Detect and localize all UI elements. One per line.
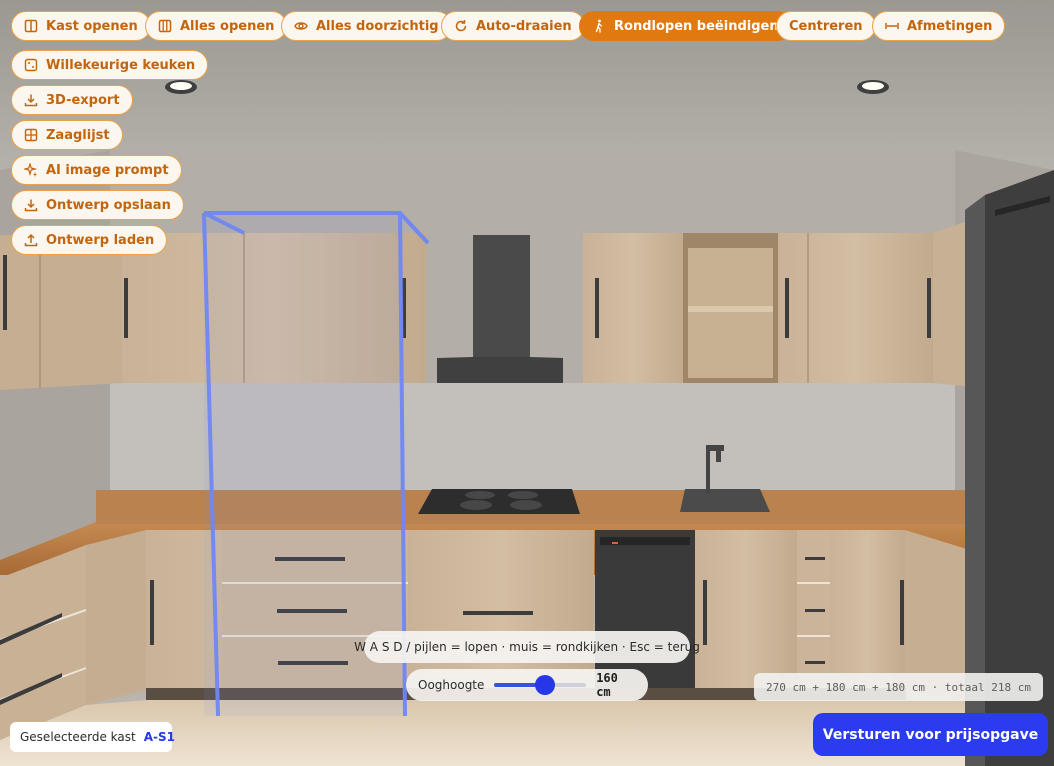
eye-height-slider[interactable]	[494, 675, 587, 695]
download-icon	[24, 198, 38, 212]
eye-height-slider-thumb[interactable]	[534, 675, 555, 695]
load-design-button[interactable]: Ontwerp laden	[11, 225, 168, 255]
open-cabinet-button[interactable]: Kast openen	[11, 11, 151, 41]
eye-height-control: Ooghoogte 160 cm	[406, 669, 648, 701]
auto-rotate-label: Auto-draaien	[476, 18, 572, 34]
all-transparent-label: Alles doorzichtig	[316, 18, 439, 34]
columns-icon	[158, 19, 172, 33]
cut-list-label: Zaaglijst	[46, 127, 110, 143]
submit-quote-button[interactable]: Versturen voor prijsopgave	[813, 713, 1048, 756]
cut-list-button[interactable]: Zaaglijst	[11, 120, 123, 150]
load-design-label: Ontwerp laden	[46, 232, 155, 248]
dice-icon	[24, 58, 38, 72]
selected-cabinet-indicator: Geselecteerde kast A-S1	[10, 722, 175, 752]
save-design-button[interactable]: Ontwerp opslaan	[11, 190, 184, 220]
ai-image-prompt-button[interactable]: AI image prompt	[11, 155, 182, 185]
open-cabinet-label: Kast openen	[46, 18, 138, 34]
selected-cabinet-label: Geselecteerde kast	[20, 730, 136, 744]
center-label: Centreren	[789, 18, 863, 34]
export-3d-button[interactable]: 3D-export	[11, 85, 133, 115]
upload-icon	[24, 233, 38, 247]
download-icon	[24, 93, 38, 107]
selected-cabinet-code: A-S1	[143, 730, 175, 744]
dimensions-readout: 270 cm + 180 cm + 180 cm · totaal 218 cm	[754, 673, 1043, 701]
end-walkthrough-label: Rondlopen beëindigen	[614, 18, 779, 34]
eye-icon	[294, 19, 308, 33]
grid-icon	[24, 128, 38, 142]
dimensions-label: Afmetingen	[907, 18, 993, 34]
eye-height-value: 160 cm	[596, 671, 618, 699]
rotate-icon	[454, 19, 468, 33]
open-all-label: Alles openen	[180, 18, 275, 34]
ai-image-prompt-label: AI image prompt	[46, 162, 169, 178]
ruler-arrows-icon	[885, 19, 899, 33]
controls-hint: W A S D / pijlen = lopen · muis = rondki…	[354, 631, 700, 663]
sparkle-icon	[24, 163, 38, 177]
auto-rotate-button[interactable]: Auto-draaien	[441, 11, 585, 41]
dimensions-button[interactable]: Afmetingen	[872, 11, 1006, 41]
open-all-button[interactable]: Alles openen	[145, 11, 288, 41]
center-button[interactable]: Centreren	[776, 11, 876, 41]
random-kitchen-button[interactable]: Willekeurige keuken	[11, 50, 209, 80]
all-transparent-button[interactable]: Alles doorzichtig	[281, 11, 452, 41]
random-kitchen-label: Willekeurige keuken	[46, 57, 196, 73]
end-walkthrough-button[interactable]: Rondlopen beëindigen	[579, 11, 792, 41]
export-3d-label: 3D-export	[46, 92, 120, 108]
cabinet-doors-icon	[24, 19, 38, 33]
eye-height-label: Ooghoogte	[418, 678, 485, 692]
walking-person-icon	[592, 19, 606, 33]
save-design-label: Ontwerp opslaan	[46, 197, 171, 213]
